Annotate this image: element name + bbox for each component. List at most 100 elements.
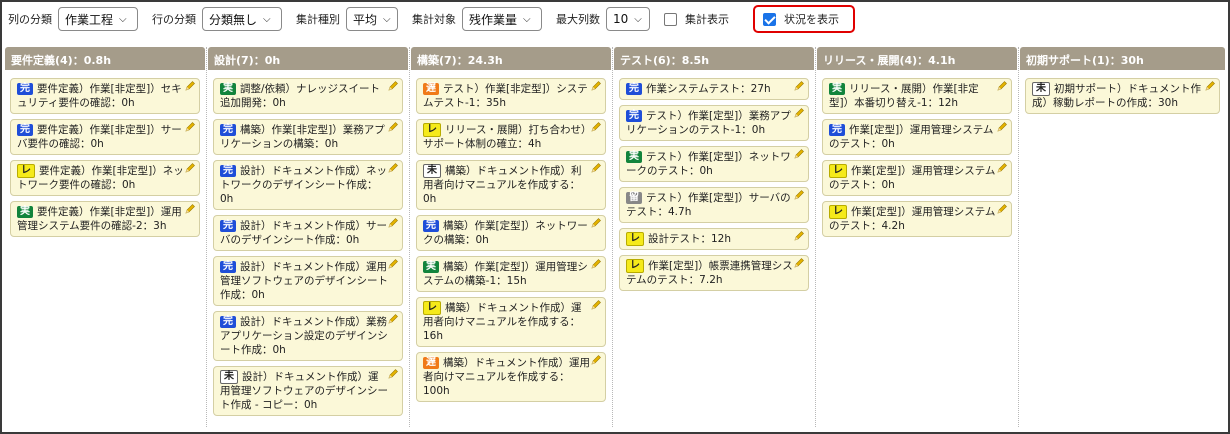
pencil-icon[interactable]: [793, 189, 805, 201]
chevron-down-icon: ⌵: [383, 13, 391, 25]
status-badge: レ: [17, 164, 35, 178]
show-total-label: 集計表示: [685, 13, 729, 26]
pencil-icon[interactable]: [590, 80, 602, 92]
pencil-icon[interactable]: [184, 80, 196, 92]
status-badge: 完: [220, 165, 236, 177]
pencil-icon[interactable]: [184, 121, 196, 133]
task-card[interactable]: 未初期サポート）ドキュメント作成）稼動レポートの作成：30h: [1025, 78, 1220, 114]
pencil-icon[interactable]: [387, 217, 399, 229]
show-total-toggle[interactable]: 集計表示: [664, 11, 735, 27]
status-badge: 実: [423, 261, 439, 273]
task-card[interactable]: 完設計）ドキュメント作成）業務アプリケーション設定のデザインシート作成：0h: [213, 311, 403, 361]
task-card[interactable]: 実要件定義）作業[非定型]）運用管理システム要件の確認-2：3h: [10, 201, 200, 237]
task-card[interactable]: 実リリース・展開）作業[非定型]）本番切り替え-1：12h: [822, 78, 1012, 114]
pencil-icon[interactable]: [1204, 80, 1216, 92]
pencil-icon[interactable]: [387, 162, 399, 174]
pencil-icon[interactable]: [387, 368, 399, 380]
task-card[interactable]: 完構築）作業[定型]）ネットワークの構築：0h: [416, 215, 606, 251]
task-card[interactable]: レ作業[定型]）帳票連携管理システムのテスト：7.2h: [619, 255, 809, 291]
task-card[interactable]: 未構築）ドキュメント作成）利用者向けマニュアルを作成する：0h: [416, 160, 606, 210]
status-badge: レ: [423, 301, 441, 315]
task-text: 構築）作業[定型]）運用管理システムの構築-1：15h: [423, 261, 588, 287]
task-text: リリース・展開）打ち合わせ）サポート体制の確立：4h: [423, 124, 587, 150]
status-badge: 実: [220, 83, 236, 95]
task-card[interactable]: 完要件定義）作業[非定型]）セキュリティ要件の確認：0h: [10, 78, 200, 114]
status-badge: 完: [17, 83, 33, 95]
task-card[interactable]: 実テスト）作業[定型]）ネットワークのテスト：0h: [619, 146, 809, 182]
task-card[interactable]: レリリース・展開）打ち合わせ）サポート体制の確立：4h: [416, 119, 606, 155]
pencil-icon[interactable]: [590, 258, 602, 270]
max-cols-select[interactable]: 10 ⌵: [606, 7, 650, 31]
card-list: 実リリース・展開）作業[非定型]）本番切り替え-1：12h 完作業[定型]）運用管…: [816, 70, 1018, 237]
task-card[interactable]: 完作業[定型]）運用管理システムのテスト：0h: [822, 119, 1012, 155]
row-group-select[interactable]: 分類無し ⌵: [202, 7, 282, 31]
task-card[interactable]: 未設計）ドキュメント作成）運用管理ソフトウェアのデザインシート作成 - コピー：…: [213, 366, 403, 416]
max-cols-label: 最大列数: [556, 13, 600, 26]
task-card[interactable]: 完要件定義）作業[非定型]）サーバ要件の確認：0h: [10, 119, 200, 155]
pencil-icon[interactable]: [387, 121, 399, 133]
chevron-down-icon: ⌵: [634, 13, 642, 25]
col-group-select[interactable]: 作業工程 ⌵: [58, 7, 138, 31]
task-text: 作業システムテスト：27h: [646, 83, 771, 95]
task-card[interactable]: 遅構築）ドキュメント作成）運用者向けマニュアルを作成する：100h: [416, 352, 606, 402]
task-card[interactable]: 遅テスト）作業[非定型]）システムテスト-1：35h: [416, 78, 606, 114]
pencil-icon[interactable]: [387, 258, 399, 270]
pencil-icon[interactable]: [387, 313, 399, 325]
task-card[interactable]: 実調整/依頼）ナレッジスイート追加開発：0h: [213, 78, 403, 114]
task-card[interactable]: 完設計）ドキュメント作成）サーバのデザインシート作成：0h: [213, 215, 403, 251]
task-card[interactable]: 完作業システムテスト：27h: [619, 78, 809, 100]
pencil-icon[interactable]: [590, 299, 602, 311]
pencil-icon[interactable]: [793, 230, 805, 242]
agg-type-value: 平均: [353, 12, 378, 27]
status-badge: 完: [626, 83, 642, 95]
status-badge: 完: [220, 261, 236, 273]
task-card[interactable]: レ構築）ドキュメント作成）運用者向けマニュアルを作成する：16h: [416, 297, 606, 347]
show-total-checkbox[interactable]: [664, 12, 677, 26]
task-card[interactable]: 留テスト）作業[定型]）サーバのテスト：4.7h: [619, 187, 809, 223]
column-header: 要件定義(4)：0.8h: [5, 47, 205, 70]
task-text: 構築）ドキュメント作成）運用者向けマニュアルを作成する：100h: [423, 357, 590, 397]
column-header: テスト(6)：8.5h: [614, 47, 814, 70]
show-status-toggle[interactable]: 状況を表示: [753, 5, 855, 33]
status-badge: 完: [220, 316, 236, 328]
row-group-label: 行の分類: [152, 13, 196, 26]
task-text: 構築）ドキュメント作成）利用者向けマニュアルを作成する：0h: [423, 165, 582, 205]
agg-type-select[interactable]: 平均 ⌵: [346, 7, 398, 31]
pencil-icon[interactable]: [387, 80, 399, 92]
task-card[interactable]: レ作業[定型]）運用管理システムのテスト：4.2h: [822, 201, 1012, 237]
kanban-column: リリース・展開(4)：4.1h実リリース・展開）作業[非定型]）本番切り替え-1…: [816, 47, 1019, 427]
task-text: 構築）ドキュメント作成）運用者向けマニュアルを作成する：16h: [423, 302, 582, 342]
task-card[interactable]: 完テスト）作業[定型]）業務アプリケーションのテスト-1：0h: [619, 105, 809, 141]
agg-target-select[interactable]: 残作業量 ⌵: [462, 7, 542, 31]
pencil-icon[interactable]: [590, 354, 602, 366]
task-card[interactable]: 実構築）作業[定型]）運用管理システムの構築-1：15h: [416, 256, 606, 292]
pencil-icon[interactable]: [184, 203, 196, 215]
status-badge: 完: [829, 124, 845, 136]
task-card[interactable]: レ要件定義）作業[非定型]）ネットワーク要件の確認：0h: [10, 160, 200, 196]
task-card[interactable]: 完設計）ドキュメント作成）運用管理ソフトウェアのデザインシート作成：0h: [213, 256, 403, 306]
pencil-icon[interactable]: [996, 162, 1008, 174]
card-list: 実調整/依頼）ナレッジスイート追加開発：0h 完構築）作業[非定型]）業務アプリケ…: [207, 70, 409, 416]
task-card[interactable]: 完設計）ドキュメント作成）ネットワークのデザインシート作成：0h: [213, 160, 403, 210]
pencil-icon[interactable]: [793, 80, 805, 92]
pencil-icon[interactable]: [184, 162, 196, 174]
column-header: リリース・展開(4)：4.1h: [817, 47, 1017, 70]
task-card[interactable]: 完構築）作業[非定型]）業務アプリケーションの構築：0h: [213, 119, 403, 155]
pencil-icon[interactable]: [590, 121, 602, 133]
show-status-label: 状況を表示: [784, 13, 839, 26]
pencil-icon[interactable]: [590, 162, 602, 174]
task-card[interactable]: レ設計テスト：12h: [619, 228, 809, 250]
pencil-icon[interactable]: [590, 217, 602, 229]
pencil-icon[interactable]: [793, 257, 805, 269]
pencil-icon[interactable]: [793, 107, 805, 119]
show-status-checkbox[interactable]: [763, 12, 776, 26]
kanban-board: 要件定義(4)：0.8h 完要件定義）作業[非定型]）セキュリティ要件の確認：0h…: [4, 47, 1226, 427]
pencil-icon[interactable]: [996, 121, 1008, 133]
task-text: 作業[定型]）運用管理システムのテスト：0h: [829, 165, 996, 191]
task-card[interactable]: レ作業[定型]）運用管理システムのテスト：0h: [822, 160, 1012, 196]
pencil-icon[interactable]: [996, 80, 1008, 92]
pencil-icon[interactable]: [996, 203, 1008, 215]
agg-target-value: 残作業量: [469, 12, 518, 27]
task-text: 要件定義）作業[非定型]）ネットワーク要件の確認：0h: [17, 165, 184, 191]
pencil-icon[interactable]: [793, 148, 805, 160]
